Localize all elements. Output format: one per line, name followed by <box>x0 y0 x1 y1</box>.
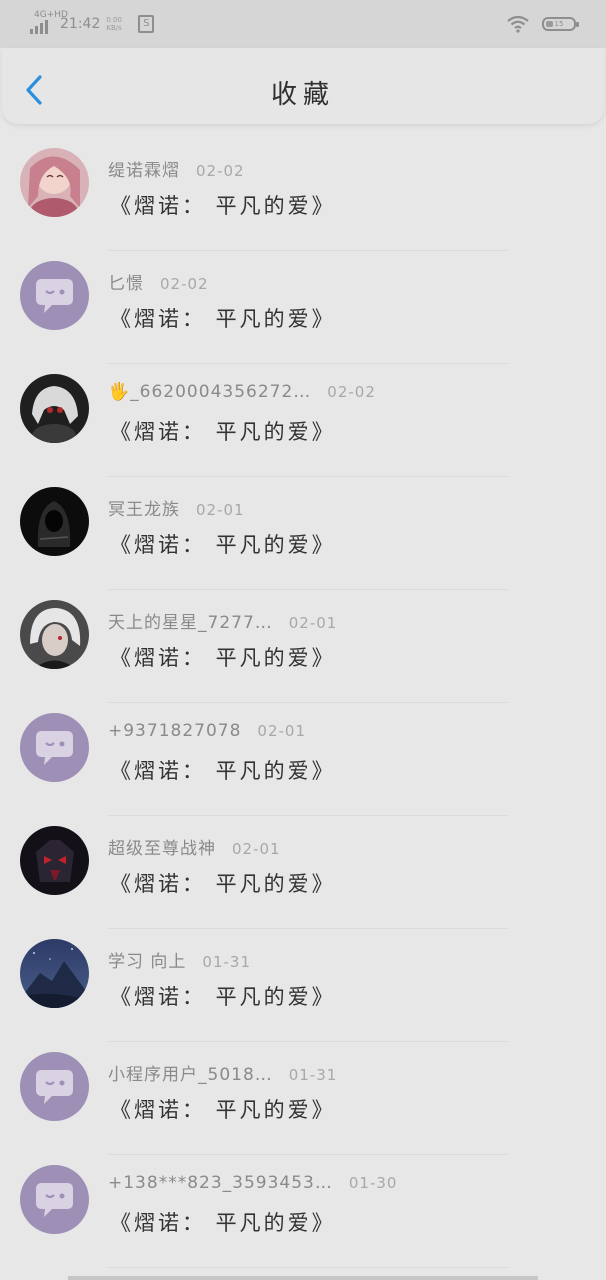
favorites-list: 缇诺霖熠 02-02 《熠诺： 平凡的爱》 匕憬 02-02 《熠诺： 平凡的爱… <box>0 138 606 1268</box>
bottom-bar-edge <box>68 1276 538 1280</box>
status-bar: 4G+HD 21:42 0.00 KB/s S 15 <box>0 0 606 48</box>
avatar[interactable] <box>20 261 89 330</box>
favorite-date: 01-31 <box>288 1066 338 1084</box>
user-name: +9371827078 <box>108 721 242 741</box>
work-title: 《熠诺： 平凡的爱》 <box>110 646 336 670</box>
favorite-date: 01-30 <box>348 1174 398 1192</box>
favorite-date: 02-01 <box>232 840 281 858</box>
divider <box>108 1267 508 1268</box>
list-item[interactable]: 超级至尊战神 02-01 《熠诺： 平凡的爱》 <box>0 816 606 929</box>
avatar[interactable] <box>20 600 89 669</box>
avatar[interactable] <box>20 487 89 556</box>
list-item[interactable]: 天上的星星_7277… 02-01 《熠诺： 平凡的爱》 <box>0 590 606 703</box>
favorite-date: 02-01 <box>196 501 245 519</box>
favorite-date: 02-02 <box>160 275 209 293</box>
chat-bubble-icon <box>20 261 89 330</box>
chat-bubble-icon <box>20 1052 89 1121</box>
work-title: 《熠诺： 平凡的爱》 <box>110 1211 336 1235</box>
user-name: 学习 向上 <box>108 952 187 972</box>
user-name: 小程序用户_5018… <box>108 1065 273 1085</box>
user-name: 冥王龙族 <box>108 500 180 520</box>
app-header: 收藏 <box>2 48 604 124</box>
battery-icon: 15 <box>542 17 579 31</box>
avatar[interactable] <box>20 939 89 1008</box>
avatar[interactable] <box>20 1165 89 1234</box>
avatar[interactable] <box>20 374 89 443</box>
avatar[interactable] <box>20 1052 89 1121</box>
user-name: 超级至尊战神 <box>108 839 216 859</box>
work-title: 《熠诺： 平凡的爱》 <box>110 307 336 331</box>
user-name: 匕憬 <box>108 274 144 294</box>
list-item[interactable]: 冥王龙族 02-01 《熠诺： 平凡的爱》 <box>0 477 606 590</box>
work-title: 《熠诺： 平凡的爱》 <box>110 759 336 783</box>
list-item[interactable]: 缇诺霖熠 02-02 《熠诺： 平凡的爱》 <box>0 138 606 251</box>
battery-percent: 15 <box>554 20 564 28</box>
notification-icon: S <box>138 15 155 33</box>
list-item[interactable]: 匕憬 02-02 《熠诺： 平凡的爱》 <box>0 251 606 364</box>
avatar[interactable] <box>20 826 89 895</box>
work-title: 《熠诺： 平凡的爱》 <box>110 985 336 1009</box>
list-item[interactable]: 🖐_6620004356272… 02-02 《熠诺： 平凡的爱》 <box>0 364 606 477</box>
list-item[interactable]: +138***823_3593453… 01-30 《熠诺： 平凡的爱》 <box>0 1155 606 1268</box>
work-title: 《熠诺： 平凡的爱》 <box>110 194 336 218</box>
chat-bubble-icon <box>20 713 89 782</box>
work-title: 《熠诺： 平凡的爱》 <box>110 533 336 557</box>
user-name: +138***823_3593453… <box>108 1173 333 1193</box>
favorite-date: 01-31 <box>202 953 251 971</box>
user-name: 天上的星星_7277… <box>108 613 273 633</box>
user-name: 🖐_6620004356272… <box>108 382 312 402</box>
avatar[interactable] <box>20 148 89 217</box>
speed-value: 0.00 <box>106 16 122 24</box>
favorite-date: 02-01 <box>257 722 306 740</box>
speed-unit: KB/s <box>106 24 122 32</box>
user-name: 缇诺霖熠 <box>108 161 180 181</box>
favorite-date: 02-01 <box>288 614 338 632</box>
wifi-icon <box>507 15 529 33</box>
network-type: 4G+HD <box>34 10 68 20</box>
network-speed: 0.00 KB/s <box>106 16 124 32</box>
favorite-date: 02-02 <box>327 383 376 401</box>
chat-bubble-icon <box>20 1165 89 1234</box>
list-item[interactable]: 学习 向上 01-31 《熠诺： 平凡的爱》 <box>0 929 606 1042</box>
list-item[interactable]: +9371827078 02-01 《熠诺： 平凡的爱》 <box>0 703 606 816</box>
list-item[interactable]: 小程序用户_5018… 01-31 《熠诺： 平凡的爱》 <box>0 1042 606 1155</box>
page-title: 收藏 <box>270 80 335 110</box>
favorite-date: 02-02 <box>196 162 245 180</box>
work-title: 《熠诺： 平凡的爱》 <box>110 872 336 896</box>
avatar[interactable] <box>20 713 89 782</box>
work-title: 《熠诺： 平凡的爱》 <box>110 420 336 444</box>
work-title: 《熠诺： 平凡的爱》 <box>110 1098 336 1122</box>
